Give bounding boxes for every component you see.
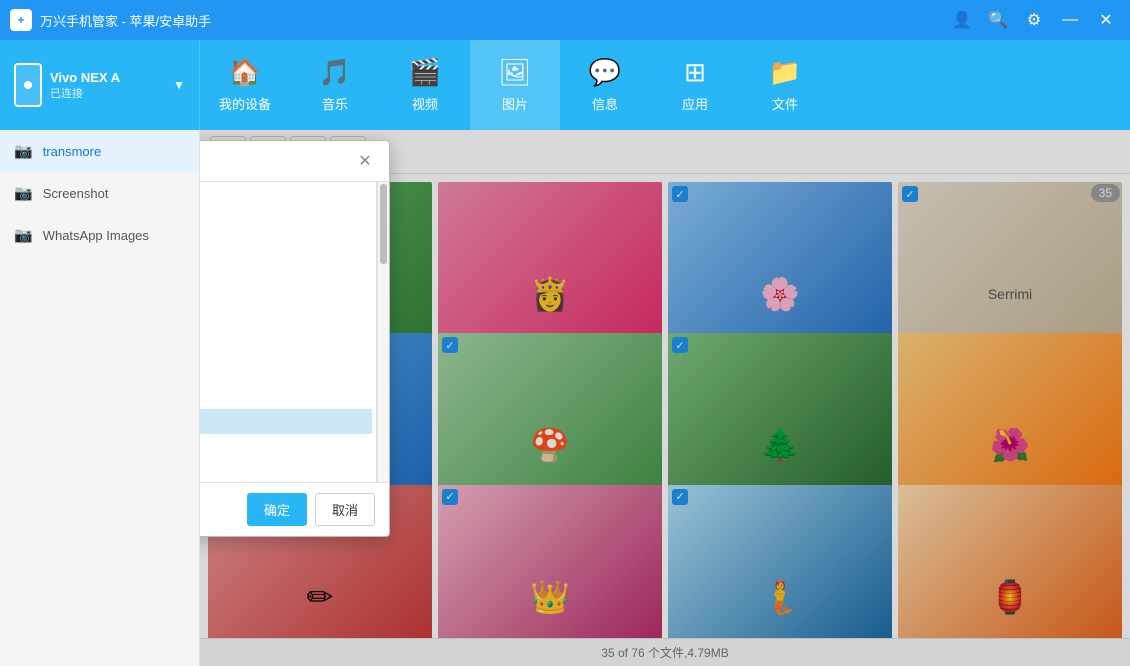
- sidebar-item-transmore-label: transmore: [43, 144, 102, 159]
- nav-item-my-device-label: 我的设备: [219, 94, 271, 113]
- nav-item-apps-label: 应用: [682, 94, 708, 113]
- video-icon: 🎬: [409, 57, 441, 88]
- scrollbar-track[interactable]: [377, 182, 389, 482]
- close-button[interactable]: ✕: [1092, 6, 1120, 34]
- nav-item-video-label: 视频: [412, 94, 438, 113]
- tree-item-docs[interactable]: ▶ 📄 文档: [200, 434, 372, 459]
- browse-folder-dialog: 浏览文件夹 ✕ ▶ 👤 ws ▼ 💻: [200, 140, 390, 537]
- transmore-icon: 📷: [14, 142, 33, 160]
- sidebar-item-transmore[interactable]: 📷 transmore: [0, 130, 199, 172]
- tree-item-ws[interactable]: ▶ 👤 ws: [200, 190, 372, 213]
- nav-item-music[interactable]: 🎵 音乐: [290, 40, 380, 130]
- photos-icon: 🖼: [498, 57, 531, 88]
- nav-item-messages[interactable]: 💬 信息: [560, 40, 650, 130]
- search-button[interactable]: 🔍: [984, 6, 1012, 34]
- nav-item-messages-label: 信息: [592, 94, 618, 113]
- app-logo: +: [10, 9, 32, 31]
- dialog-footer: 新建文件夹(M) 确定 取消: [200, 482, 389, 536]
- confirm-button[interactable]: 确定: [247, 493, 307, 526]
- files-icon: 📁: [769, 57, 801, 88]
- nav-item-files[interactable]: 📁 文件: [740, 40, 830, 130]
- tree-item-pc[interactable]: ▼ 💻 此电脑: [200, 213, 372, 238]
- scrollbar-thumb[interactable]: [380, 184, 387, 264]
- tree-item-video[interactable]: ▶ 🎬 视频: [200, 309, 372, 334]
- dialog-overlay: 浏览文件夹 ✕ ▶ 👤 ws ▼ 💻: [200, 130, 1130, 666]
- device-icon: [14, 63, 42, 107]
- messages-icon: 💬: [589, 57, 621, 88]
- whatsapp-icon: 📷: [14, 226, 33, 244]
- minimize-button[interactable]: —: [1056, 6, 1084, 34]
- tree-item-pictures[interactable]: ▼ 🖼 图片: [200, 334, 372, 359]
- device-name: Vivo NEX A: [50, 70, 165, 85]
- dialog-body: ▶ 👤 ws ▼ 💻 此电脑 ▶ 📦: [200, 182, 389, 482]
- device-status: 已连接: [50, 85, 165, 101]
- tree-item-downloads[interactable]: ▶ ⬇ 下载: [200, 459, 372, 482]
- dialog-header: 浏览文件夹 ✕: [200, 141, 389, 182]
- screenshot-icon: 📷: [14, 184, 33, 202]
- user-button[interactable]: 👤: [948, 6, 976, 34]
- main-layout: 📷 transmore 📷 Screenshot 📷 WhatsApp Imag…: [0, 130, 1130, 666]
- nav-item-music-label: 音乐: [322, 94, 348, 113]
- sidebar-item-whatsapp[interactable]: 📷 WhatsApp Images: [0, 214, 199, 256]
- dialog-close-button[interactable]: ✕: [355, 151, 375, 171]
- tree-item-album[interactable]: ▶ 📁 相册: [200, 409, 372, 434]
- cancel-button[interactable]: 取消: [315, 493, 375, 526]
- device-info: Vivo NEX A 已连接: [50, 70, 165, 101]
- window-controls: 👤 🔍 ⚙ — ✕: [948, 6, 1120, 34]
- nav-item-photos[interactable]: 🖼 图片: [470, 40, 560, 130]
- nav-item-photos-label: 图片: [502, 94, 528, 113]
- sidebar-item-whatsapp-label: WhatsApp Images: [43, 228, 149, 243]
- tree-item-vivo[interactable]: ▶ 📱 vivo NEX A: [200, 286, 372, 309]
- sidebar-item-screenshot-label: Screenshot: [43, 186, 109, 201]
- app-title: 万兴手机管家 - 苹果/安卓助手: [40, 11, 948, 30]
- tree-item-icloud[interactable]: ▶ 📁 iCloud 照片: [200, 359, 372, 384]
- sidebar-item-screenshot[interactable]: 📷 Screenshot: [0, 172, 199, 214]
- device-selector[interactable]: Vivo NEX A 已连接 ▼: [0, 40, 200, 130]
- tree-item-3d[interactable]: ▶ 📦 3D 对象: [200, 238, 372, 263]
- tree-panel: ▶ 👤 ws ▼ 💻 此电脑 ▶ 📦: [200, 182, 377, 482]
- nav-items: 🏠 我的设备 🎵 音乐 🎬 视频 🖼 图片 💬 信息 ⊞ 应用 📁 文件: [200, 40, 1130, 130]
- settings-button[interactable]: ⚙: [1020, 6, 1048, 34]
- device-dropdown-arrow[interactable]: ▼: [173, 78, 185, 92]
- music-icon: 🎵: [319, 57, 351, 88]
- sidebar: 📷 transmore 📷 Screenshot 📷 WhatsApp Imag…: [0, 130, 200, 666]
- tree-item-pics-sub[interactable]: ▶ 📁 图片: [200, 384, 372, 409]
- nav-item-my-device[interactable]: 🏠 我的设备: [200, 40, 290, 130]
- nav-bar: Vivo NEX A 已连接 ▼ 🏠 我的设备 🎵 音乐 🎬 视频 🖼 图片 💬…: [0, 40, 1130, 130]
- nav-item-files-label: 文件: [772, 94, 798, 113]
- tree-item-iphone[interactable]: ▶ 📱 iPhone8 Plus: [200, 263, 372, 286]
- my-device-icon: 🏠: [229, 57, 261, 88]
- content-area: ⊞ ↑ 🗑 ↻ 35 🌳 👸 ✓ 🌸 ✓ Serrimi: [200, 130, 1130, 666]
- apps-icon: ⊞: [684, 57, 706, 88]
- nav-item-video[interactable]: 🎬 视频: [380, 40, 470, 130]
- title-bar: + 万兴手机管家 - 苹果/安卓助手 👤 🔍 ⚙ — ✕: [0, 0, 1130, 40]
- nav-item-apps[interactable]: ⊞ 应用: [650, 40, 740, 130]
